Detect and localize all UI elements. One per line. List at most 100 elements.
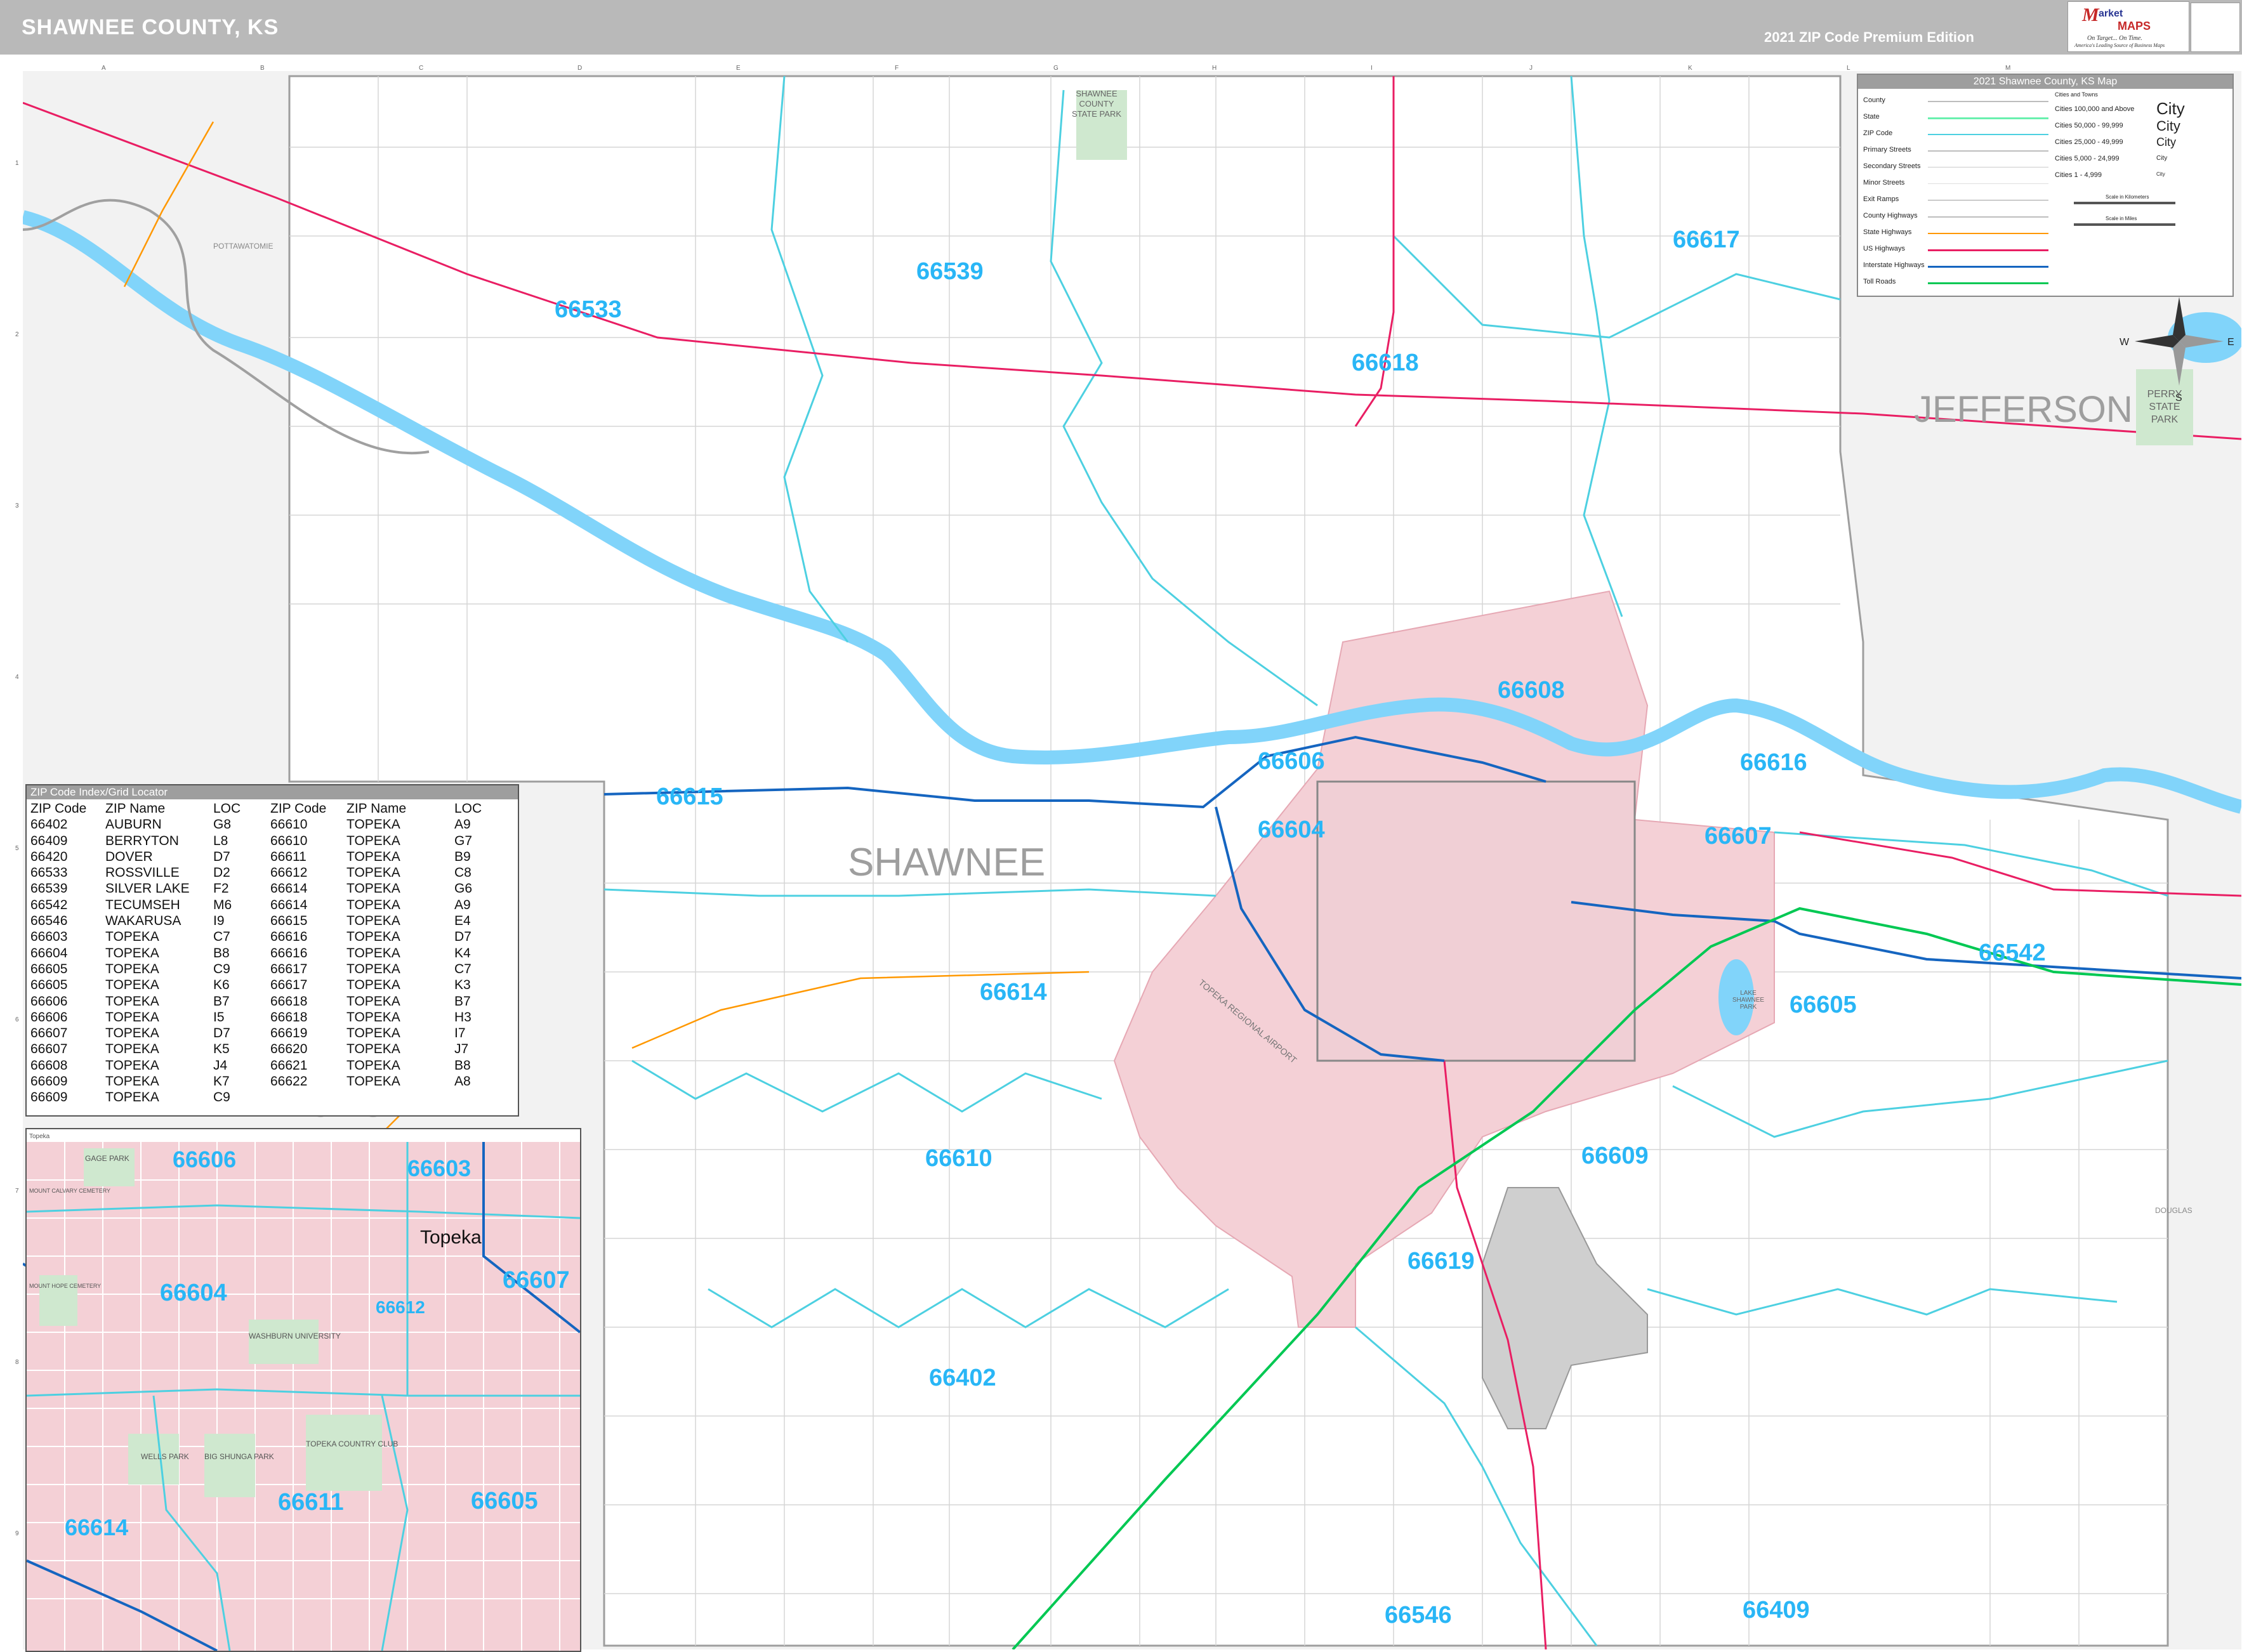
zip-index-cell: 66619: [270, 1025, 346, 1041]
zip-index-cell: [454, 1089, 492, 1105]
legend-swatch-county: [1928, 101, 2048, 102]
zip-index-cell: B9: [454, 849, 492, 865]
zip-label: 66539: [916, 258, 984, 285]
zip-index-cell: TOPEKA: [346, 816, 454, 832]
zip-index-cell: 66616: [270, 945, 346, 961]
grid-col: J: [1529, 65, 1533, 72]
zip-index-cell: WAKARUSA: [105, 913, 213, 929]
logo-brand-bottom: MAPS: [2118, 20, 2151, 33]
grid-col: A: [102, 65, 106, 72]
legend-city-sample: City: [2156, 118, 2180, 134]
zip-index-cell: TOPEKA: [105, 1073, 213, 1089]
legend-city-range: Cities 50,000 - 99,999: [2055, 122, 2123, 129]
legend-feature: Toll Roads: [1863, 278, 1896, 285]
legend-feature: ZIP Code: [1863, 129, 1892, 137]
zip-index-cell: 66605: [30, 961, 105, 977]
legend-city-sample: City: [2156, 155, 2167, 162]
zip-index-cell: [270, 1089, 346, 1105]
zip-index-row: 66605TOPEKAK666617TOPEKAK3: [30, 977, 492, 993]
legend-swatch-toll: [1928, 282, 2048, 284]
zip-index-row: 66607TOPEKAD766619TOPEKAI7: [30, 1025, 492, 1041]
zip-index-row: 66546WAKARUSAI966615TOPEKAE4: [30, 913, 492, 929]
inset-place-mount-calvary: MOUNT CALVARY CEMETERY: [29, 1188, 110, 1194]
zip-index-cell: 66610: [270, 816, 346, 832]
legend-swatch-zip: [1928, 134, 2048, 135]
legend-city-sample: City: [2156, 136, 2176, 149]
zip-index-cell: K4: [454, 945, 492, 961]
zip-index-row: 66603TOPEKAC766616TOPEKAD7: [30, 929, 492, 945]
zip-index-cell: TOPEKA: [346, 929, 454, 945]
map-title: SHAWNEE COUNTY, KS: [22, 15, 279, 40]
inset-place-washburn: WASHBURN UNIVERSITY: [249, 1332, 341, 1341]
zip-index-cell: 66606: [30, 1009, 105, 1025]
zip-index-cell: B7: [454, 993, 492, 1009]
legend-city-sample: City: [2156, 171, 2165, 177]
zip-label: 66604: [1258, 816, 1325, 843]
zip-index-row: 66606TOPEKAB766618TOPEKAB7: [30, 993, 492, 1009]
label-lake-shawnee: LAKE SHAWNEE PARK: [1726, 990, 1771, 1011]
zip-label: 66546: [1385, 1602, 1452, 1629]
zip-label: 66608: [1498, 677, 1565, 704]
zip-index-cell: A9: [454, 897, 492, 913]
legend-feature: Minor Streets: [1863, 179, 1904, 187]
grid-row: 4: [15, 674, 19, 681]
grid-col: G: [1053, 65, 1058, 72]
topeka-inset-map[interactable]: Topeka Topeka 66606 66603 66604 66612 66…: [25, 1128, 581, 1652]
zip-index-cell: TOPEKA: [346, 977, 454, 993]
inset-zip-label: 66614: [65, 1514, 128, 1540]
zip-index-cell: 66612: [270, 865, 346, 881]
zip-index-cell: 66533: [30, 865, 105, 881]
legend-feature: County: [1863, 96, 1885, 104]
zip-index-col: ZIP Name: [105, 801, 213, 816]
inset-title: Topeka: [29, 1133, 50, 1140]
grid-row: 9: [15, 1530, 19, 1537]
zip-index-body: 66402AUBURNG866610TOPEKAA966409BERRYTONL…: [30, 816, 492, 1105]
legend-feature: Interstate Highways: [1863, 261, 1925, 269]
zip-index-row: 66609TOPEKAK766622TOPEKAA8: [30, 1073, 492, 1089]
inset-zip-label: 66603: [407, 1155, 471, 1181]
zip-index-cell: 66611: [270, 849, 346, 865]
logo-tagline-2: America's Leading Source of Business Map…: [2074, 43, 2165, 48]
zip-index-cell: TOPEKA: [346, 913, 454, 929]
label-jefferson: JEFFERSON: [1914, 389, 2133, 430]
zip-index-cell: 66608: [30, 1058, 105, 1073]
legend-feature: County Highways: [1863, 212, 1918, 220]
inset-zip-label: 66606: [173, 1146, 236, 1172]
zip-code-index: ZIP Code Index/Grid Locator ZIP Code ZIP…: [25, 784, 519, 1117]
zip-index-cell: TOPEKA: [105, 929, 213, 945]
grid-col: M: [2005, 65, 2010, 72]
market-maps-logo[interactable]: M arket MAPS On Target... On Time. Ameri…: [2067, 1, 2189, 52]
zip-index-cell: TOPEKA: [105, 1009, 213, 1025]
zip-index-cell: J4: [213, 1058, 270, 1073]
zip-index-cell: G8: [213, 816, 270, 832]
zip-index-row: 66533ROSSVILLED266612TOPEKAC8: [30, 865, 492, 881]
zip-index-row: 66539SILVER LAKEF266614TOPEKAG6: [30, 881, 492, 896]
zip-index-cell: 66610: [270, 833, 346, 849]
logo-brand-top: arket: [2099, 8, 2123, 20]
zip-index-cell: TOPEKA: [346, 961, 454, 977]
inset-city-label: Topeka: [420, 1227, 482, 1248]
zip-index-cell: TOPEKA: [346, 1025, 454, 1041]
zip-index-cell: 66603: [30, 929, 105, 945]
legend-city-sample: City: [2156, 99, 2185, 119]
zip-index-cell: TOPEKA: [105, 977, 213, 993]
compass-e: E: [2227, 337, 2234, 348]
zip-index-cell: DOVER: [105, 849, 213, 865]
zip-index-cell: 66607: [30, 1041, 105, 1057]
zip-index-cell: 66617: [270, 961, 346, 977]
inset-place-wells-park: WELLS PARK: [141, 1452, 189, 1461]
logo-mark: M: [2082, 4, 2099, 26]
zip-label: 66610: [925, 1145, 992, 1172]
zip-label: 66616: [1740, 749, 1807, 776]
legend-scale-bar-km: [2074, 202, 2175, 204]
zip-index-cell: L8: [213, 833, 270, 849]
legend-city-range: Cities 25,000 - 49,999: [2055, 138, 2123, 146]
zip-index-cell: 66614: [270, 881, 346, 896]
legend-scale-bar-mi: [2074, 223, 2175, 226]
zip-index-cell: TOPEKA: [346, 993, 454, 1009]
zip-index-cell: 66542: [30, 897, 105, 913]
label-perry-state-park: PERRY STATE PARK: [2142, 388, 2187, 426]
zip-index-cell: TOPEKA: [346, 833, 454, 849]
legend-city-range: Cities 100,000 and Above: [2055, 105, 2134, 113]
contact-box: [2191, 3, 2240, 52]
